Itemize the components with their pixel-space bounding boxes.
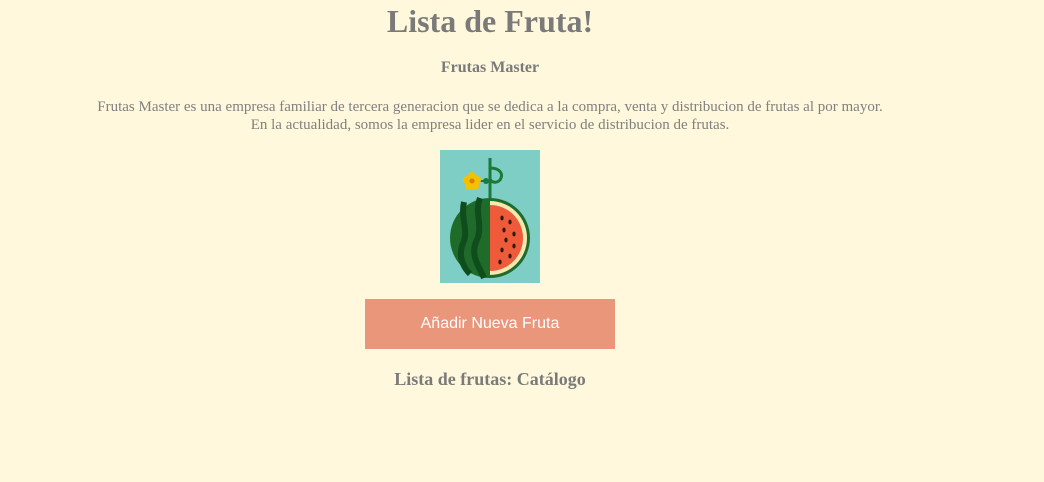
description-line-2: En la actualidad, somos la empresa lider… [250, 117, 730, 133]
add-fruit-button[interactable]: Añadir Nueva Fruta [365, 299, 615, 349]
catalog-heading: Lista de frutas: Catálogo [394, 369, 586, 389]
company-name: Frutas Master [440, 59, 540, 76]
watermelon-image [440, 150, 540, 283]
description-line-1: Frutas Master es una empresa familiar de… [97, 99, 883, 115]
watermelon-icon [440, 150, 540, 283]
page: Lista de Fruta! Frutas Master Frutas Mas… [0, 0, 980, 482]
page-title: Lista de Fruta! [386, 3, 594, 39]
company-description: Frutas Master es una empresa familiar de… [0, 98, 980, 134]
